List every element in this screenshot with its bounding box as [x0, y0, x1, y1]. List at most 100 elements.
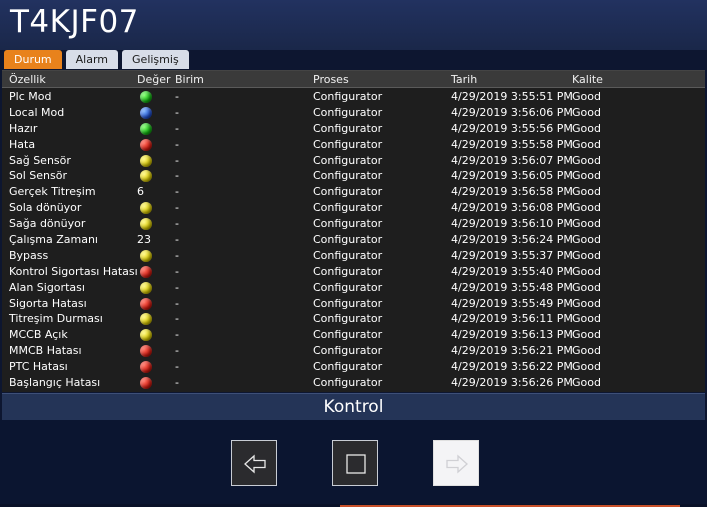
property-date: 4/29/2019 3:55:40 PM — [451, 264, 573, 278]
tab-alarm[interactable]: Alarm — [65, 50, 119, 69]
table-row[interactable]: Sigorta Hatası - Configurator 4/29/2019 3:5… — [2, 296, 705, 312]
property-name: Başlangıç Hatası — [9, 376, 101, 390]
property-name: Çalışma Zamanı — [9, 233, 98, 247]
status-led-red-icon — [140, 377, 152, 390]
property-process: Configurator — [313, 90, 383, 103]
control-section-bar: Kontrol — [2, 393, 705, 420]
column-header-value[interactable]: Değer — [137, 71, 171, 88]
table-row[interactable]: Hazır - Configurator 4/29/2019 3:55:56 PM Go… — [2, 121, 705, 137]
property-quality: Good — [572, 233, 601, 247]
property-name: Local Mod — [9, 105, 65, 119]
property-quality: Good — [572, 280, 601, 294]
stop-button[interactable] — [332, 440, 378, 486]
property-unit: - — [175, 296, 179, 310]
property-quality: Good — [572, 312, 601, 326]
table-row[interactable]: MCCB Açık - Configurator 4/29/2019 3:56:13 … — [2, 327, 705, 343]
property-date: 4/29/2019 3:56:22 PM — [451, 360, 573, 374]
property-name: Sağ Sensör — [9, 153, 71, 167]
table-row[interactable]: Başlangıç Hatası - Configurator 4/29/2019 3… — [2, 375, 705, 391]
property-quality: Good — [572, 185, 601, 199]
property-unit: - — [175, 217, 179, 231]
property-process: Configurator — [313, 312, 383, 326]
previous-button[interactable] — [231, 440, 277, 486]
property-quality: Good — [572, 105, 601, 119]
property-quality: Good — [572, 153, 601, 167]
tab-gelismis[interactable]: Gelişmiş — [122, 50, 189, 69]
property-quality: Good — [572, 296, 601, 310]
property-quality: Good — [572, 137, 601, 151]
table-row[interactable]: Gerçek Titreşim 6 - Configurator 4/29/2019 3… — [2, 184, 705, 200]
property-process: Configurator — [313, 153, 383, 167]
status-led-blue-icon — [140, 106, 152, 119]
property-name: PTC Hatası — [9, 360, 68, 374]
property-process: Configurator — [313, 217, 383, 231]
property-name: Sigorta Hatası — [9, 296, 87, 310]
status-led-yellow-icon — [140, 313, 152, 326]
table-row[interactable]: Plc Mod - Configurator 4/29/2019 3:55:51 PM… — [2, 89, 705, 105]
property-date: 4/29/2019 3:56:58 PM — [451, 185, 573, 199]
property-date: 4/29/2019 3:56:06 PM — [451, 105, 573, 119]
status-led-green-icon — [140, 91, 152, 103]
status-led-green-icon — [140, 122, 152, 135]
column-header-quality[interactable]: Kalite — [572, 71, 603, 88]
table-row[interactable]: Sağa dönüyor - Configurator 4/29/2019 3:56:… — [2, 216, 705, 232]
table-row[interactable]: MMCB Hatası - Configurator 4/29/2019 3:56:2… — [2, 343, 705, 359]
property-date: 4/29/2019 3:55:51 PM — [451, 90, 573, 103]
property-process: Configurator — [313, 376, 383, 390]
table-row[interactable]: Sola dönüyor - Configurator 4/29/2019 3:56:… — [2, 200, 705, 216]
status-table: Özellik Değer Birim Proses Tarih Kalite … — [2, 70, 705, 392]
property-process: Configurator — [313, 185, 383, 199]
property-unit: - — [175, 137, 179, 151]
property-process: Configurator — [313, 360, 383, 374]
property-name: Hazır — [9, 121, 38, 135]
column-header-process[interactable]: Proses — [313, 71, 349, 88]
column-header-property[interactable]: Özellik — [9, 71, 46, 88]
table-row[interactable]: Alan Sigortası - Configurator 4/29/2019 3:5… — [2, 280, 705, 296]
status-led-red-icon — [140, 138, 152, 151]
property-name: Sağa dönüyor — [9, 217, 86, 231]
column-header-unit[interactable]: Birim — [175, 71, 204, 88]
property-process: Configurator — [313, 233, 383, 247]
property-process: Configurator — [313, 169, 383, 183]
property-quality: Good — [572, 121, 601, 135]
property-value: 23 — [137, 233, 151, 247]
property-process: Configurator — [313, 280, 383, 294]
table-row[interactable]: Kontrol Sigortası Hatası - Configurator 4/2… — [2, 264, 705, 280]
property-name: Bypass — [9, 248, 49, 262]
property-name: Alan Sigortası — [9, 280, 85, 294]
property-name: Hata — [9, 137, 36, 151]
table-row[interactable]: PTC Hatası - Configurator 4/29/2019 3:56:22… — [2, 359, 705, 375]
property-date: 4/29/2019 3:56:05 PM — [451, 169, 573, 183]
column-header-date[interactable]: Tarih — [451, 71, 477, 88]
status-led-red-icon — [140, 345, 152, 358]
property-process: Configurator — [313, 248, 383, 262]
status-led-red-icon — [140, 297, 152, 310]
property-name: MCCB Açık — [9, 328, 68, 342]
status-led-red-icon — [140, 265, 152, 278]
status-led-yellow-icon — [140, 202, 152, 215]
table-row[interactable]: Local Mod - Configurator 4/29/2019 3:56:06 … — [2, 105, 705, 121]
table-row[interactable]: Çalışma Zamanı 23 - Configurator 4/29/2019 3… — [2, 232, 705, 248]
next-button[interactable] — [433, 440, 479, 486]
property-unit: - — [175, 153, 179, 167]
table-row[interactable]: Sol Sensör - Configurator 4/29/2019 3:56:05… — [2, 168, 705, 184]
table-row[interactable]: Hata - Configurator 4/29/2019 3:55:58 PM Goo… — [2, 137, 705, 153]
property-date: 4/29/2019 3:56:21 PM — [451, 344, 573, 358]
device-title: T4KJF07 — [10, 4, 139, 40]
table-row[interactable]: Sağ Sensör - Configurator 4/29/2019 3:56:07… — [2, 153, 705, 169]
property-process: Configurator — [313, 264, 383, 278]
property-unit: - — [175, 233, 179, 247]
property-date: 4/29/2019 3:56:13 PM — [451, 328, 573, 342]
table-row[interactable]: Titreşim Durması - Configurator 4/29/2019 3… — [2, 311, 705, 327]
property-unit: - — [175, 344, 179, 358]
property-date: 4/29/2019 3:55:37 PM — [451, 248, 573, 262]
table-row[interactable]: Bypass - Configurator 4/29/2019 3:55:37 PM G… — [2, 248, 705, 264]
status-led-yellow-icon — [140, 329, 152, 342]
property-name: Sola dönüyor — [9, 201, 82, 215]
property-unit: - — [175, 121, 179, 135]
property-process: Configurator — [313, 121, 383, 135]
property-name: Sol Sensör — [9, 169, 67, 183]
property-unit: - — [175, 248, 179, 262]
tab-durum[interactable]: Durum — [4, 50, 62, 69]
property-name: Titreşim Durması — [9, 312, 103, 326]
